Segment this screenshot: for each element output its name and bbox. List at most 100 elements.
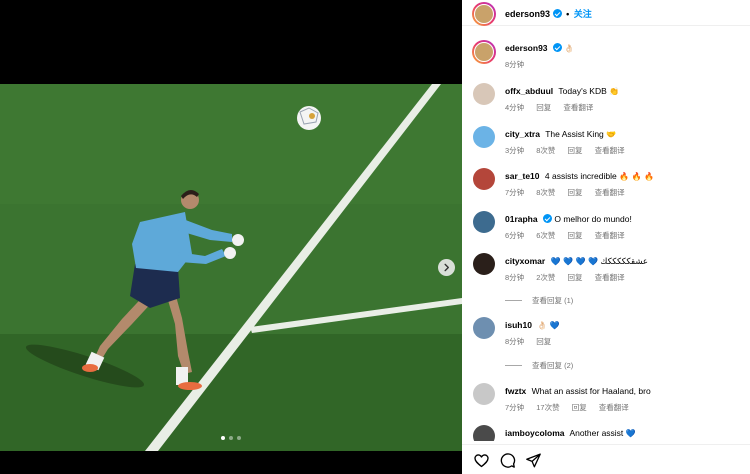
comment-username[interactable]: iamboycoloma [505, 428, 565, 438]
post-header: ederson93 • 关注 [462, 0, 750, 26]
comment-body: The Assist King [545, 129, 604, 139]
comment-time[interactable]: 6分钟 [505, 231, 524, 240]
post-photo[interactable] [0, 84, 462, 451]
comment-meta: 8分钟 2次赞 回复 查看翻译 [505, 272, 635, 283]
comment-body: O melhor do mundo! [554, 214, 632, 224]
comment-body: Today's KDB [558, 86, 607, 96]
comment-time[interactable]: 8分钟 [505, 337, 524, 346]
comments-list[interactable]: ederson93 👌🏻 8分钟 offx_abduul Today's KDB… [462, 31, 750, 441]
comment-likes[interactable]: 8次赞 [536, 188, 555, 197]
post-media [0, 0, 462, 474]
comment-meta: 7分钟 17次赞 回复 查看翻译 [505, 402, 639, 413]
replies-line [505, 300, 522, 301]
comment-likes[interactable]: 8次赞 [536, 146, 555, 155]
comment-text: cityxomar 💙 💙 💙 💙 عشقكككككك [505, 256, 648, 267]
carousel-dot[interactable] [237, 436, 241, 440]
comment-avatar[interactable] [473, 425, 495, 441]
comment-time[interactable]: 3分钟 [505, 146, 524, 155]
chevron-right-icon [444, 263, 449, 272]
comment-username[interactable]: isuh10 [505, 320, 532, 330]
comment-meta: 6分钟 6次赞 回复 查看翻译 [505, 230, 635, 241]
comment-username[interactable]: 01rapha [505, 214, 538, 224]
comment-likes[interactable]: 6次赞 [536, 231, 555, 240]
reply-button[interactable]: 回复 [568, 231, 583, 240]
translate-button[interactable]: 查看翻译 [595, 146, 625, 155]
pitch-scene [0, 84, 462, 451]
comment-likes[interactable]: 2次赞 [536, 273, 555, 282]
caption-username[interactable]: ederson93 [505, 43, 548, 53]
caption-avatar[interactable] [472, 40, 496, 64]
translate-button[interactable]: 查看翻译 [595, 273, 625, 282]
caption-emoji: 👌🏻 [564, 44, 575, 53]
comment-text: fwztx What an assist for Haaland, bro [505, 386, 651, 396]
comment-username[interactable]: fwztx [505, 386, 526, 396]
view-replies-button[interactable]: 查看回复 (1) [505, 295, 573, 306]
comment-time[interactable]: 8分钟 [505, 273, 524, 282]
comment-text: isuh10 👌🏻 💙 [505, 320, 560, 330]
replies-line [505, 365, 522, 366]
comment-time[interactable]: 7分钟 [505, 188, 524, 197]
reply-button[interactable]: 回复 [572, 403, 587, 412]
football [297, 106, 321, 130]
comment-meta: 8分钟 回复 [505, 336, 561, 347]
comment-time[interactable]: 7分钟 [505, 403, 524, 412]
translate-button[interactable]: 查看翻译 [595, 231, 625, 240]
carousel-dot[interactable] [229, 436, 233, 440]
comment-avatar[interactable] [473, 317, 495, 339]
carousel-dot[interactable] [221, 436, 225, 440]
caption-time[interactable]: 8分钟 [505, 60, 524, 69]
comment-body: Another assist [569, 428, 624, 438]
verified-badge-icon [552, 9, 562, 18]
comment-username[interactable]: city_xtra [505, 129, 540, 139]
verified-badge-icon [542, 214, 552, 223]
comment-time[interactable]: 4分钟 [505, 103, 524, 112]
comment-avatar[interactable] [473, 383, 495, 405]
reply-button[interactable]: 回复 [536, 103, 551, 112]
author-avatar[interactable] [472, 2, 496, 26]
comment-icon[interactable] [499, 452, 516, 469]
comment-meta: 7分钟 8次赞 回复 查看翻译 [505, 187, 635, 198]
share-icon[interactable] [525, 452, 542, 469]
comment-text: offx_abduul Today's KDB 👏 [505, 86, 619, 96]
comment-emoji: 👏 [609, 87, 620, 96]
comment-avatar[interactable] [473, 168, 495, 190]
comment-avatar[interactable] [473, 83, 495, 105]
comment-username[interactable]: sar_te10 [505, 171, 540, 181]
comment-body: عشقكككككك [600, 256, 648, 266]
comment-avatar[interactable] [473, 253, 495, 275]
translate-button[interactable]: 查看翻译 [563, 103, 593, 112]
comment-emoji: 🔥 🔥 🔥 [619, 172, 655, 181]
carousel-next-button[interactable] [438, 259, 455, 276]
caption-meta: 8分钟 [505, 59, 534, 70]
comment-text: city_xtra The Assist King 🤝 [505, 129, 616, 139]
reply-button[interactable]: 回复 [536, 337, 551, 346]
comment-body: 4 assists incredible [544, 171, 617, 181]
comment-emoji: 💙 [625, 429, 636, 438]
comment-username[interactable]: offx_abduul [505, 86, 553, 96]
comment-likes[interactable]: 17次赞 [536, 403, 559, 412]
caption-text: ederson93 👌🏻 [505, 43, 574, 53]
carousel-dots [0, 436, 462, 440]
heart-icon[interactable] [473, 452, 490, 469]
reply-button[interactable]: 回复 [568, 146, 583, 155]
comment-username[interactable]: cityxomar [505, 256, 545, 266]
comment-emoji: 👌🏻 💙 [537, 321, 560, 330]
translate-button[interactable]: 查看翻译 [599, 403, 629, 412]
comment-avatar[interactable] [473, 211, 495, 233]
post-side-panel: ederson93 • 关注 ederson93 👌🏻 8分钟 offx_abd… [462, 0, 750, 474]
comment-avatar[interactable] [473, 126, 495, 148]
comment-meta: 3分钟 8次赞 回复 查看翻译 [505, 145, 635, 156]
view-replies-label: 查看回复 (2) [532, 361, 574, 370]
comment-text: iamboycoloma Another assist 💙 [505, 428, 636, 438]
author-username[interactable]: ederson93 [505, 9, 550, 19]
comment-text: sar_te10 4 assists incredible 🔥 🔥 🔥 [505, 171, 654, 181]
comment-emoji: 🤝 [606, 130, 617, 139]
reply-button[interactable]: 回复 [568, 273, 583, 282]
verified-badge-icon [552, 43, 562, 52]
separator-dot: • [566, 9, 570, 19]
translate-button[interactable]: 查看翻译 [595, 188, 625, 197]
post-author: ederson93 • 关注 [505, 7, 592, 20]
reply-button[interactable]: 回复 [568, 188, 583, 197]
view-replies-button[interactable]: 查看回复 (2) [505, 360, 573, 371]
follow-button[interactable]: 关注 [574, 9, 592, 19]
